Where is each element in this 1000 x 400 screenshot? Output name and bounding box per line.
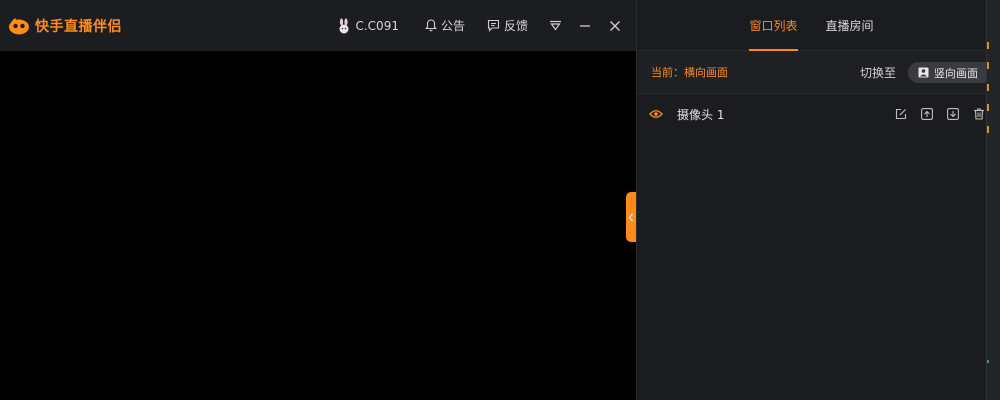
edge-strip <box>986 0 1000 400</box>
minimize-button[interactable] <box>578 19 592 33</box>
move-down-icon <box>947 108 959 120</box>
move-up-icon <box>921 108 933 120</box>
edge-marker <box>987 360 989 363</box>
tab-live-room[interactable]: 直播房间 <box>826 0 874 51</box>
switch-to-label: 切换至 <box>859 65 896 80</box>
close-icon <box>610 20 620 31</box>
edge-marker <box>987 62 989 69</box>
close-button[interactable] <box>608 19 622 33</box>
app-logo: 快手直播伴侣 <box>8 16 122 36</box>
dropdown-icon <box>549 20 561 31</box>
source-name: 摄像头 1 <box>677 107 725 122</box>
dropdown-button[interactable] <box>548 19 562 33</box>
minimize-icon <box>580 24 590 27</box>
edit-icon <box>895 108 907 120</box>
title-bar-controls: C.C091 公告 反馈 <box>337 0 622 51</box>
panel-tabs: 窗口列表 直播房间 <box>637 0 986 51</box>
announcement-label: 公告 <box>440 19 465 33</box>
feedback-button[interactable]: 反馈 <box>487 17 528 34</box>
rabbit-avatar-icon <box>339 17 349 33</box>
live-preview-canvas[interactable] <box>0 51 636 400</box>
edge-marker <box>987 42 989 49</box>
feedback-label: 反馈 <box>503 19 528 33</box>
chevron-left-icon <box>628 213 633 221</box>
bell-icon <box>424 19 437 32</box>
title-bar: 快手直播伴侣 C.C091 公告 反馈 <box>0 0 636 51</box>
eye-icon[interactable] <box>649 109 663 119</box>
announcement-button[interactable]: 公告 <box>424 17 465 34</box>
move-down-button[interactable] <box>946 107 960 121</box>
app-window: 快手直播伴侣 C.C091 公告 反馈 窗口列表 直播房间 当前：横向画面 切换… <box>0 0 1000 400</box>
tab-window-list[interactable]: 窗口列表 <box>749 0 798 51</box>
edge-marker <box>987 84 989 91</box>
portrait-icon <box>918 67 929 78</box>
app-name: 快手直播伴侣 <box>35 18 122 35</box>
collapse-panel-handle[interactable] <box>626 192 636 242</box>
source-actions <box>882 107 986 121</box>
list-item[interactable]: 摄像头 1 <box>637 94 986 134</box>
edge-marker <box>987 104 989 111</box>
orientation-bar: 当前：横向画面 切换至 竖向画面 <box>637 51 986 94</box>
trash-icon <box>974 108 984 120</box>
edge-marker <box>987 126 989 133</box>
switch-vertical-button[interactable]: 竖向画面 <box>908 62 986 83</box>
feedback-icon <box>487 19 500 32</box>
current-orientation: 当前：横向画面 <box>651 66 728 79</box>
source-panel: 窗口列表 直播房间 当前：横向画面 切换至 竖向画面 摄像头 1 <box>636 0 986 400</box>
switch-vertical-label: 竖向画面 <box>934 66 978 80</box>
user-profile[interactable]: C.C091 <box>337 17 399 34</box>
username: C.C091 <box>355 18 399 33</box>
delete-button[interactable] <box>972 107 986 121</box>
move-up-button[interactable] <box>920 107 934 121</box>
edit-button[interactable] <box>894 107 908 121</box>
kuaishou-logo-icon <box>9 17 29 34</box>
